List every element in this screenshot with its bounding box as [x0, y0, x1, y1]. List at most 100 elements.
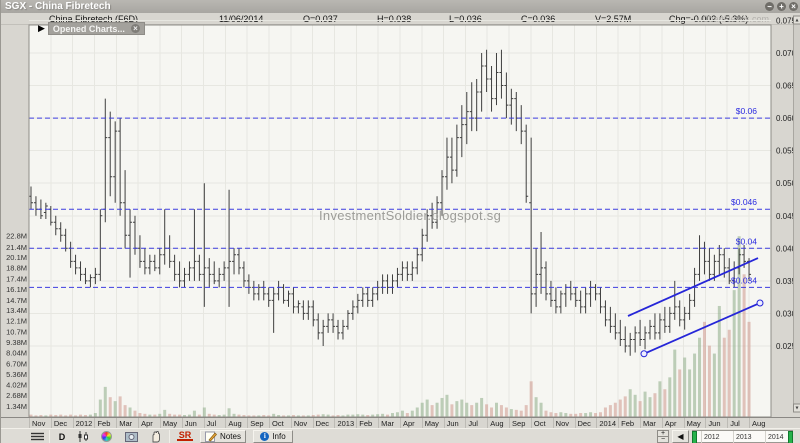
window-titlebar[interactable]: SGX - China Fibretech − + ×: [1, 0, 800, 13]
month-axis: Nov Dec 2012 Feb Mar Apr May Jun Jul Aug Sep Oct Nov…: [1, 417, 800, 428]
month-label: May: [425, 419, 439, 428]
month-label: 2014: [599, 419, 616, 428]
month-label: Jul: [468, 419, 478, 428]
minimize-icon[interactable]: −: [765, 2, 774, 11]
toolbar-separator: [49, 430, 50, 443]
timeline-zoom-controls: + −: [657, 430, 669, 443]
snapshot-button[interactable]: [123, 430, 139, 443]
slider-left-handle[interactable]: [692, 431, 697, 443]
month-label: Dec: [316, 419, 329, 428]
month-label: Jun: [185, 419, 197, 428]
slider-year-label: 2012: [704, 434, 720, 441]
sr-price-label: $0.06: [736, 106, 758, 116]
sr-price-label: $0.04: [736, 236, 758, 246]
month-label: Jul: [730, 419, 740, 428]
slider-year-divider: [765, 431, 766, 443]
quote-open: O=0.037: [303, 14, 338, 24]
window-title: SGX - China Fibretech: [5, 1, 111, 12]
daily-timeframe-button[interactable]: D: [56, 430, 68, 443]
close-icon[interactable]: ×: [789, 2, 798, 11]
toolbar-separator: [169, 430, 170, 443]
svg-text:1.34M: 1.34M: [6, 402, 27, 411]
trendline-handle[interactable]: [641, 351, 647, 357]
month-label: Mar: [381, 419, 394, 428]
month-label: Apr: [141, 419, 153, 428]
month-label: Nov: [32, 419, 45, 428]
month-label: Aug: [490, 419, 503, 428]
slider-year-label: 2013: [736, 434, 752, 441]
color-wheel-icon: [101, 431, 112, 442]
month-label: Jun: [447, 419, 459, 428]
info-label: Info: [272, 432, 285, 441]
month-label: Feb: [621, 419, 634, 428]
snapshot-icon: [125, 431, 138, 442]
candlestick-icon: [77, 431, 90, 442]
zoom-out-button[interactable]: −: [657, 436, 669, 443]
month-label: Feb: [97, 419, 110, 428]
timeline-slider[interactable]: 2012 2013 2014: [692, 430, 793, 443]
svg-text:2.68M: 2.68M: [6, 391, 27, 400]
svg-text:10.7M: 10.7M: [6, 328, 27, 337]
opened-charts-panel[interactable]: ▶ Opened Charts... ×: [38, 22, 145, 35]
trendline-handle[interactable]: [757, 300, 763, 306]
panel-close-icon[interactable]: ×: [131, 24, 140, 33]
window-controls: − + ×: [765, 2, 798, 11]
maximize-icon[interactable]: +: [777, 2, 786, 11]
hand-icon: [150, 431, 162, 443]
hamburger-icon: [31, 432, 44, 442]
opened-charts-label: Opened Charts...: [53, 23, 125, 35]
quote-date: 11/06/2014: [219, 14, 263, 24]
sr-price-label: $0.034: [731, 275, 757, 285]
month-label: Dec: [54, 419, 67, 428]
support-resistance-button[interactable]: SR: [177, 430, 193, 441]
month-label: May: [687, 419, 701, 428]
price-axis-scrollbar[interactable]: [794, 16, 800, 412]
svg-text:18.8M: 18.8M: [6, 263, 27, 272]
month-label: Feb: [359, 419, 372, 428]
quote-close: C=0.036: [521, 14, 555, 24]
month-label: 2013: [337, 419, 354, 428]
month-label: Aug: [752, 419, 765, 428]
colors-button[interactable]: [99, 430, 113, 443]
slider-year-divider: [701, 431, 702, 443]
month-label: 2012: [76, 419, 93, 428]
chartnexus-window: SGX - China Fibretech − + × China Fibret…: [0, 0, 800, 443]
month-label: Oct: [272, 419, 284, 428]
play-icon[interactable]: ▶: [38, 22, 45, 35]
month-label: Jun: [708, 419, 720, 428]
slider-year-divider: [733, 431, 734, 443]
month-label: Dec: [578, 419, 591, 428]
menu-icon[interactable]: [29, 430, 45, 443]
pan-button[interactable]: [148, 430, 164, 443]
month-label: Nov: [556, 419, 569, 428]
watermark: InvestmentSoldier.blogspot.sg: [319, 208, 501, 223]
notes-pencil-icon: [205, 431, 217, 442]
info-button[interactable]: i Info: [253, 430, 293, 443]
svg-text:13.4M: 13.4M: [6, 306, 27, 315]
svg-text:22.8M: 22.8M: [6, 232, 27, 241]
month-label: Mar: [119, 419, 132, 428]
svg-text:14.7M: 14.7M: [6, 296, 27, 305]
chart-style-icon[interactable]: [75, 430, 91, 443]
svg-text:16.1M: 16.1M: [6, 285, 27, 294]
month-label: Mar: [643, 419, 656, 428]
sr-price-label: $0.046: [731, 197, 757, 207]
month-label: Aug: [228, 419, 241, 428]
svg-text:17.4M: 17.4M: [6, 275, 27, 284]
svg-text:9.38M: 9.38M: [6, 338, 27, 347]
svg-text:8.04M: 8.04M: [6, 349, 27, 358]
month-label: Jul: [207, 419, 217, 428]
slider-right-handle[interactable]: [788, 431, 793, 443]
notes-button[interactable]: Notes: [200, 430, 246, 443]
month-label: Apr: [665, 419, 677, 428]
bottom-toolbar: D SR Notes: [1, 428, 800, 443]
month-label: Oct: [534, 419, 546, 428]
opened-charts-bar[interactable]: Opened Charts... ×: [48, 22, 145, 35]
month-label: Sep: [512, 419, 525, 428]
slider-year-label: 2014: [768, 434, 784, 441]
scroll-left-button[interactable]: ◀: [672, 430, 689, 443]
svg-text:12.1M: 12.1M: [6, 317, 27, 326]
month-label: Sep: [250, 419, 263, 428]
volume-axis-labels: 22.8M21.4M20.1M18.8M17.4M16.1M14.7M13.4M…: [6, 232, 27, 411]
brand-label: ChartNexus.com: [702, 14, 769, 24]
